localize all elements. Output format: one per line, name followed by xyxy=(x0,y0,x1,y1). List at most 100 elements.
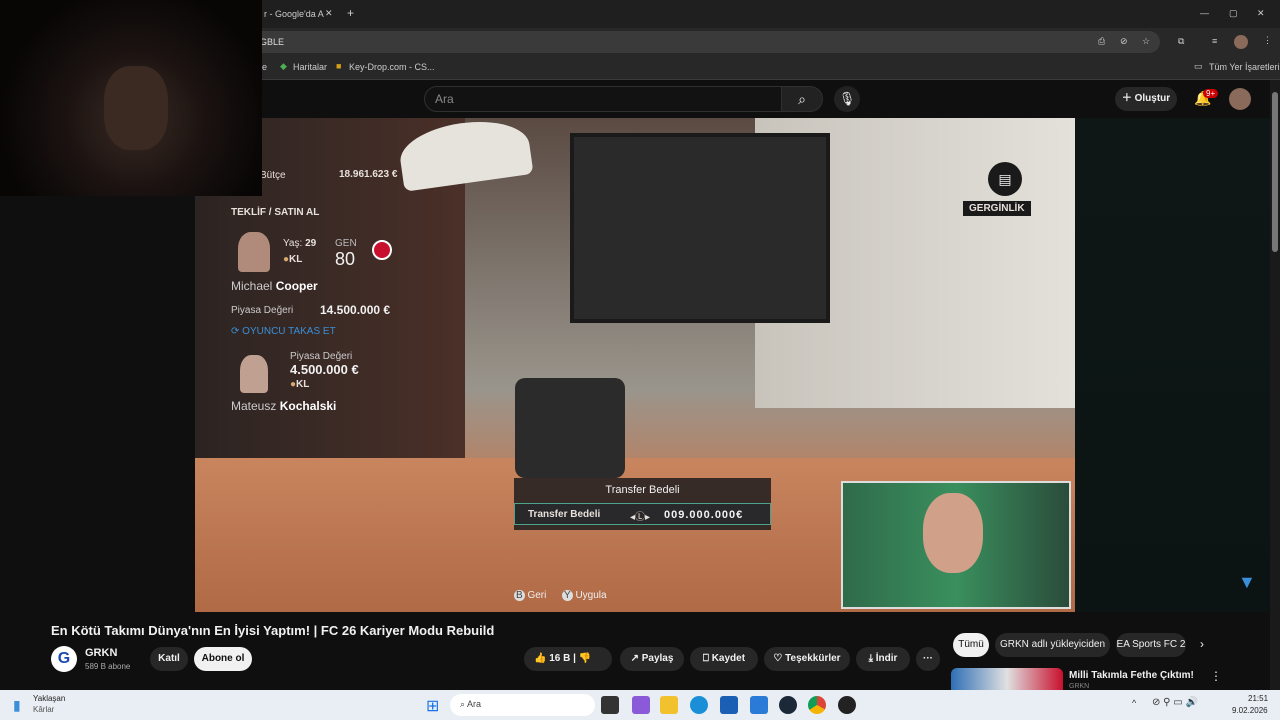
l-stick-icon: ◂Ⓛ▸ xyxy=(630,512,651,523)
subscribe-button[interactable]: Abone ol xyxy=(194,647,252,671)
chip-all[interactable]: Tümü xyxy=(953,633,989,657)
weather-icon: ▮ xyxy=(13,697,21,713)
all-bookmarks[interactable]: Tüm Yer İşaretleri xyxy=(1209,62,1280,72)
bookmark[interactable]: e xyxy=(262,62,267,72)
apply-button[interactable]: Uygula xyxy=(575,590,606,601)
create-button[interactable]: ＋ Oluştur xyxy=(1115,87,1177,111)
download-button[interactable]: ⤓ İndir xyxy=(856,647,910,671)
chevron-right-icon[interactable]: › xyxy=(1200,637,1204,651)
budget-value: 18.961.623 € xyxy=(339,169,398,180)
like-button[interactable]: 👍 16 B | 👎 xyxy=(524,647,612,671)
store-icon[interactable] xyxy=(720,696,738,714)
edge-icon[interactable] xyxy=(690,696,708,714)
new-tab-button[interactable]: + xyxy=(347,6,354,20)
transfer-fee-value[interactable]: 009.000.000€ xyxy=(664,509,743,521)
copilot-icon[interactable] xyxy=(632,696,650,714)
streamer-face xyxy=(923,493,983,573)
bookmark[interactable]: Haritalar xyxy=(293,62,327,72)
minimize-button[interactable]: — xyxy=(1200,8,1209,18)
tray-icons[interactable]: ⊘ ⚲ ▭ 🔊 xyxy=(1152,697,1198,708)
outlook-icon[interactable] xyxy=(750,696,768,714)
scrollbar-thumb[interactable] xyxy=(1272,92,1278,252)
channel-avatar[interactable]: G xyxy=(51,646,77,672)
tray-chevron-icon[interactable]: ^ xyxy=(1132,698,1136,708)
close-tab-icon[interactable]: ✕ xyxy=(325,8,333,19)
menu-icon[interactable]: ⋮ xyxy=(1263,35,1272,46)
subscriber-count: 589 B abone xyxy=(85,662,131,671)
maps-icon: ◆ xyxy=(280,61,287,71)
mic-icon[interactable]: 🎙 xyxy=(834,86,860,112)
maximize-button[interactable]: ▢ xyxy=(1229,8,1238,19)
clock-date[interactable]: 9.02.2026 xyxy=(1232,706,1268,715)
more-button[interactable]: ··· xyxy=(916,647,940,671)
right-panel-bg xyxy=(1075,118,1270,612)
thanks-button[interactable]: ♡ Teşekkürler xyxy=(764,647,850,671)
gen-label: GEN xyxy=(335,238,357,249)
chrome-icon[interactable] xyxy=(808,696,826,714)
share-button[interactable]: ↗ Paylaş xyxy=(620,647,684,671)
transfer-fee-field[interactable]: Transfer Bedeli ◂Ⓛ▸ 009.000.000€ xyxy=(514,503,771,525)
bookmark[interactable]: Key-Drop.com - CS... xyxy=(349,62,435,72)
player-first-name: Mateusz xyxy=(231,399,277,413)
player-photo xyxy=(238,232,270,272)
profile-avatar[interactable] xyxy=(1234,35,1248,49)
channel-watermark-icon: ▼ xyxy=(1238,572,1256,592)
account-avatar[interactable] xyxy=(1229,88,1251,110)
file-explorer-icon[interactable] xyxy=(660,696,678,714)
notification-badge: 9+ xyxy=(1203,89,1219,98)
video-title: En Kötü Takımı Dünya'nın En İyisi Yaptım… xyxy=(51,623,495,638)
wall-frame xyxy=(570,133,830,323)
task-view-icon[interactable] xyxy=(601,696,619,714)
market-value-label: Piyasa Değeri xyxy=(290,351,353,362)
taskbar-search[interactable]: ⌕ Ara xyxy=(450,694,595,716)
recommended-channel: GRKN xyxy=(1069,683,1090,690)
b-button-icon: B xyxy=(514,590,525,601)
chip-uploader[interactable]: GRKN adlı yükleyiciden xyxy=(995,633,1110,657)
back-button[interactable]: Geri xyxy=(527,590,546,601)
player-photo xyxy=(240,355,268,393)
install-icon[interactable]: ⎙ xyxy=(1098,36,1105,47)
clock-time[interactable]: 21:51 xyxy=(1248,694,1268,703)
market-value-label: Piyasa Değeri xyxy=(231,305,294,316)
chip-ea-sports[interactable]: EA Sports FC 2 xyxy=(1116,633,1186,657)
app-icon[interactable] xyxy=(838,696,856,714)
age-label: Yaş: xyxy=(283,238,303,249)
folder-icon: ▭ xyxy=(1194,61,1203,71)
browser-tab[interactable]: r - Google'da A xyxy=(264,9,324,19)
eye-off-icon[interactable]: ⊘ xyxy=(1120,36,1128,47)
club-badge-icon xyxy=(372,240,392,260)
gift-icon: ■ xyxy=(336,61,342,71)
market-value: 14.500.000 € xyxy=(320,303,391,317)
offer-title: TEKLİF / SATIN AL xyxy=(231,207,320,218)
search-icon[interactable]: ⌕ xyxy=(781,86,823,112)
streamer-webcam xyxy=(841,481,1071,609)
field-label: Transfer Bedeli xyxy=(528,509,601,520)
position: KL xyxy=(289,254,303,265)
star-icon[interactable]: ☆ xyxy=(1142,36,1150,47)
search-input[interactable]: Ara xyxy=(424,86,782,112)
plus-icon: ＋ xyxy=(1121,93,1135,104)
widget-title[interactable]: Yaklaşan xyxy=(33,694,65,703)
address-bar[interactable]: GBLE ⎙ ⊘ ☆ xyxy=(250,31,1160,53)
player-last-name: Kochalski xyxy=(279,399,337,413)
dialog-title: Transfer Bedeli xyxy=(605,484,680,496)
gen-value: 80 xyxy=(335,249,356,269)
market-value: 4.500.000 € xyxy=(290,362,359,377)
tension-label: GERGİNLİK xyxy=(963,201,1031,216)
recommended-thumbnail[interactable] xyxy=(951,668,1063,690)
extensions-icon[interactable]: ⧉ xyxy=(1178,36,1184,47)
recommended-title[interactable]: Milli Takımla Fethe Çıktım! xyxy=(1069,670,1194,681)
position: KL xyxy=(296,379,310,390)
url-text: GBLE xyxy=(260,37,285,47)
save-button[interactable]: ⎕ Kaydet xyxy=(690,647,758,671)
channel-name[interactable]: GRKN xyxy=(85,647,117,659)
swap-player-button[interactable]: ⟳ OYUNCU TAKAS ET xyxy=(231,326,336,337)
more-options-icon[interactable]: ⋮ xyxy=(1210,669,1222,683)
media-icon[interactable]: ≡ xyxy=(1212,36,1217,46)
windows-start-icon[interactable]: ⊞ xyxy=(426,696,439,716)
budget-label: Bütçe xyxy=(260,170,286,181)
steam-icon[interactable] xyxy=(779,696,797,714)
widget-subtitle: Kârlar xyxy=(33,705,55,714)
close-window-button[interactable]: ✕ xyxy=(1257,8,1265,19)
join-button[interactable]: Katıl xyxy=(150,647,188,671)
